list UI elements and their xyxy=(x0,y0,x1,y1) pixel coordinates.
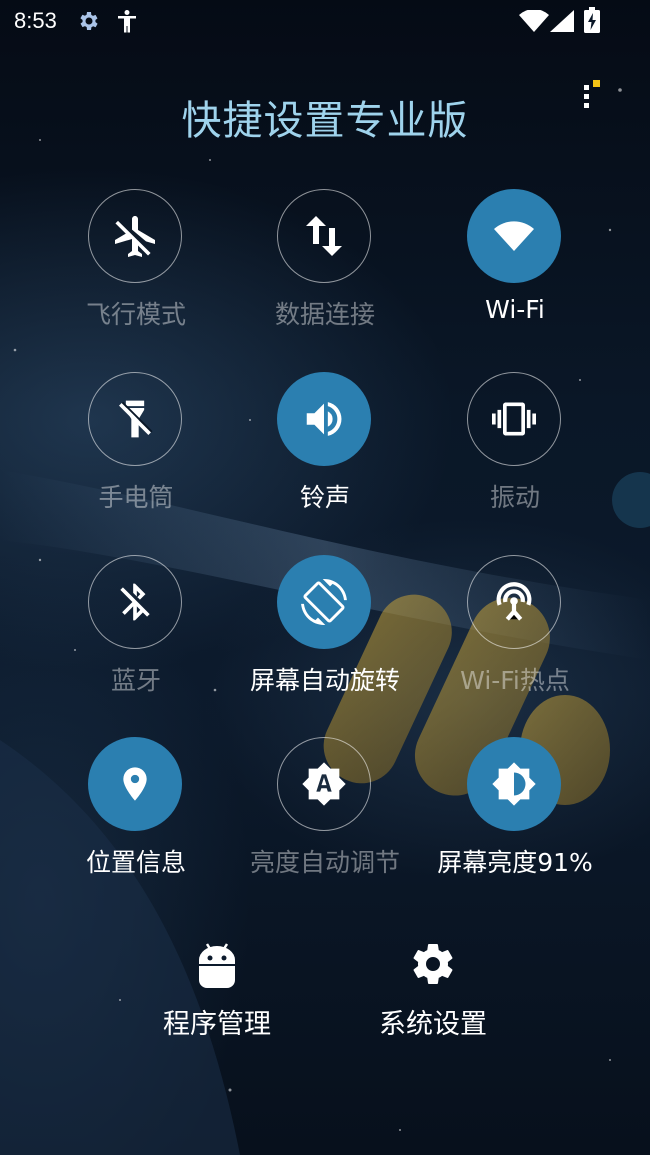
tile-airplane-mode-button[interactable] xyxy=(88,189,182,283)
tile-vibrate-button[interactable] xyxy=(467,372,561,466)
tile-auto-brightness[interactable]: 亮度自动调节 xyxy=(230,737,420,907)
battery-charging-icon xyxy=(584,7,600,37)
app-manager-button[interactable]: 程序管理 xyxy=(117,938,317,1048)
app-title: 快捷设置专业版 xyxy=(181,98,469,144)
tile-screen-brightness[interactable]: 屏幕亮度91% xyxy=(420,737,610,907)
system-settings-button[interactable]: 系统设置 xyxy=(333,938,533,1048)
bluetooth-off-icon xyxy=(120,583,150,621)
data-arrows-icon xyxy=(306,216,342,256)
tile-auto-brightness-button[interactable] xyxy=(277,737,371,831)
brightness-icon xyxy=(492,762,536,806)
tile-hotspot-button[interactable] xyxy=(467,555,561,649)
accessibility-icon xyxy=(116,9,138,37)
hotspot-icon xyxy=(496,582,532,621)
vibrate-icon xyxy=(492,402,536,436)
system-settings-label: 系统设置 xyxy=(379,1009,487,1040)
tile-wifi-button[interactable] xyxy=(467,189,561,283)
tile-auto-rotate[interactable]: 屏幕自动旋转 xyxy=(230,555,420,725)
tile-screen-brightness-label: 屏幕亮度91% xyxy=(437,848,593,877)
tile-hotspot[interactable]: Wi-Fi热点 xyxy=(420,555,610,725)
overflow-menu-button[interactable] xyxy=(576,78,606,114)
tile-screen-brightness-button[interactable] xyxy=(467,737,561,831)
tile-vibrate[interactable]: 振动 xyxy=(420,372,610,542)
status-time: 8:53 xyxy=(14,8,57,33)
auto-brightness-icon xyxy=(302,762,346,806)
cell-signal-icon xyxy=(550,10,574,36)
tile-auto-rotate-button[interactable] xyxy=(277,555,371,649)
tile-ringtone-button[interactable] xyxy=(277,372,371,466)
gear-icon xyxy=(413,943,453,984)
gear-icon xyxy=(76,9,100,37)
tile-hotspot-label: Wi-Fi热点 xyxy=(460,666,570,695)
app-manager-label: 程序管理 xyxy=(163,1009,271,1040)
tile-bluetooth[interactable]: 蓝牙 xyxy=(41,555,231,725)
tile-mobile-data[interactable]: 数据连接 xyxy=(230,189,420,359)
tile-wifi-label: Wi-Fi xyxy=(485,295,545,324)
android-icon xyxy=(199,943,235,988)
tile-flashlight[interactable]: 手电筒 xyxy=(41,372,231,542)
tile-location[interactable]: 位置信息 xyxy=(41,737,231,907)
tile-flashlight-button[interactable] xyxy=(88,372,182,466)
tile-location-button[interactable] xyxy=(88,737,182,831)
tile-wifi[interactable]: Wi-Fi xyxy=(420,189,610,359)
tile-mobile-data-button[interactable] xyxy=(277,189,371,283)
overflow-menu-icon xyxy=(584,80,600,108)
wifi-icon xyxy=(494,221,534,251)
tile-bluetooth-button[interactable] xyxy=(88,555,182,649)
tile-vibrate-label: 振动 xyxy=(489,483,540,512)
volume-icon xyxy=(306,402,342,436)
airplane-off-icon xyxy=(115,216,155,257)
location-pin-icon xyxy=(123,767,147,801)
tile-ringtone[interactable]: 铃声 xyxy=(230,372,420,542)
status-bar: 8:53 xyxy=(0,0,650,44)
tile-airplane-mode[interactable]: 飞行模式 xyxy=(41,189,231,359)
wifi-signal-icon xyxy=(519,9,549,36)
flashlight-off-icon xyxy=(119,400,153,438)
rotate-screen-icon xyxy=(301,579,347,625)
